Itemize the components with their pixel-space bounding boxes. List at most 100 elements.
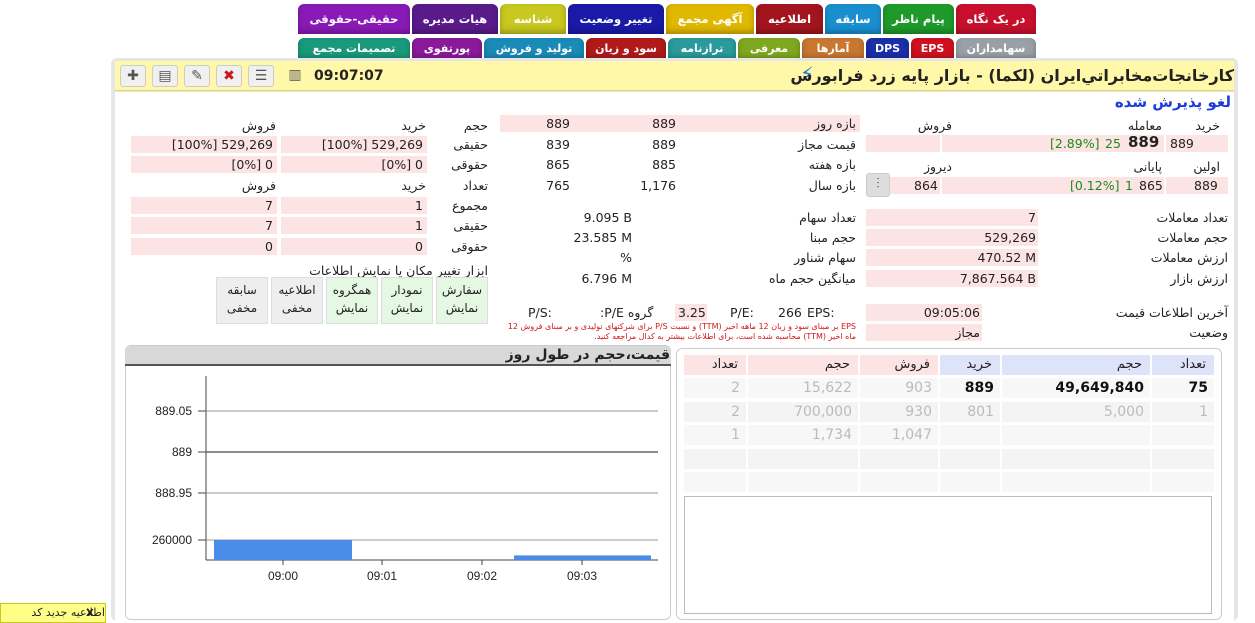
tab-at-a-glance[interactable]: در یک نگاه	[956, 4, 1036, 34]
buy-price: 889	[1166, 135, 1228, 152]
ob-cell: 889	[940, 378, 1000, 398]
tab-meeting-decisions[interactable]: تصمیمات مجمع	[298, 38, 410, 60]
ob-cell: 1	[684, 425, 746, 445]
legal-sell: [0%] 0	[131, 156, 277, 173]
range-label: بازه روز	[814, 116, 856, 131]
equalizer-icon[interactable]: ⫶	[866, 173, 890, 197]
tab-portfolio[interactable]: پورتفوی	[412, 38, 482, 60]
ob-cell	[940, 448, 1000, 469]
ob-header-buy-count: تعداد	[1152, 355, 1214, 375]
tab-meeting-notice[interactable]: آگهی مجمع	[666, 4, 754, 34]
legal-buy: [0%] 0	[281, 156, 427, 173]
real-label: حقیقی	[453, 137, 488, 152]
tab-real-legal[interactable]: حقیقی-حقوقی	[298, 4, 410, 34]
last-info-label: آخرین اطلاعات قیمت	[1115, 305, 1228, 320]
ob-cell: 930	[860, 401, 938, 422]
stat-value: 470.52 M	[977, 250, 1037, 265]
header-buy: خرید	[401, 178, 426, 193]
stat-value: 7	[1028, 210, 1036, 225]
ob-cell: 5,000	[1002, 401, 1150, 422]
header-count: تعداد	[462, 178, 488, 193]
list-icon[interactable]: ☰	[248, 65, 274, 87]
ob-cell: 2	[684, 378, 746, 398]
tool-order[interactable]: سفارش نمایش	[436, 277, 488, 324]
real-count-sell: 7	[131, 217, 277, 234]
total-label: مجموع	[452, 198, 488, 213]
real-label: حقیقی	[453, 218, 488, 233]
x-tick-label: 09:03	[567, 569, 597, 583]
header-buy: خرید	[401, 118, 426, 133]
stat-value: 7,867.564 B	[959, 271, 1036, 286]
legal-label: حقوقی	[451, 239, 488, 254]
header-sell: فروش	[241, 118, 276, 133]
last-price: 889	[1128, 133, 1160, 151]
y-tick-label: 889.05	[155, 404, 192, 418]
ob-cell	[1152, 425, 1214, 445]
range-value: 885	[652, 157, 676, 172]
range-value: 765	[546, 178, 570, 193]
stat-value: 23.585 M	[573, 230, 633, 245]
edit-icon[interactable]: ✎	[184, 65, 210, 87]
eps-label: EPS:	[807, 305, 835, 320]
range-value: 1,176	[640, 178, 676, 193]
tab-stats[interactable]: آمارها	[802, 38, 864, 60]
tab-supervisor-message[interactable]: پیام ناظر	[883, 4, 954, 34]
header-buy: خرید	[1195, 118, 1220, 133]
tab-status-change[interactable]: تغییر وضعیت	[568, 4, 664, 34]
tab-production-sales[interactable]: تولید و فروش	[484, 38, 584, 60]
total-buy: 1	[281, 197, 427, 214]
tab-balance-sheet[interactable]: ترازنامه	[668, 38, 736, 60]
last-info-value: 09:05:06	[923, 305, 980, 320]
real-count-buy: 1	[281, 217, 427, 234]
tab-dps[interactable]: DPS	[866, 38, 909, 60]
stat-label: حجم مبنا	[809, 230, 856, 245]
add-icon[interactable]: ✚	[120, 65, 146, 87]
tool-history[interactable]: سابقه مخفی	[216, 277, 268, 324]
final-change: 1	[1125, 178, 1133, 193]
tab-board[interactable]: هیات مدیره	[412, 4, 498, 34]
ob-cell: 2	[684, 401, 746, 422]
tool-announcements[interactable]: اطلاعیه مخفی	[271, 277, 323, 324]
stat-label: ارزش معاملات	[1150, 250, 1228, 265]
ob-cell: 1,047	[860, 425, 938, 445]
bar-chart-icon[interactable]: ▥	[282, 65, 308, 87]
ob-header-buy-vol: حجم	[1002, 355, 1150, 375]
stat-label: حجم معاملات	[1157, 230, 1228, 245]
tab-eps[interactable]: EPS	[911, 38, 954, 60]
ob-cell	[1152, 472, 1214, 492]
tab-identity[interactable]: شناسه	[500, 4, 566, 34]
ob-cell: 15,622	[748, 378, 858, 398]
calculator-icon[interactable]: ▤	[152, 65, 178, 87]
chart-title: قیمت،حجم در طول روز	[505, 347, 670, 363]
range-value: 865	[546, 157, 570, 172]
orderbook-extra-box	[684, 496, 1212, 614]
tab-bar: در یک نگاه پیام ناظر سابقه اطلاعیه آگهی …	[298, 4, 1038, 60]
legal-label: حقوقی	[451, 157, 488, 172]
tool-chart[interactable]: نمودار نمایش	[381, 277, 433, 324]
ob-cell	[748, 472, 858, 492]
status-value: مجاز	[955, 325, 980, 340]
range-value: 889	[546, 116, 570, 131]
header-vol: حجم	[463, 118, 488, 133]
price-volume-chart: 889.05 889 888.95 260000 09:00 09:01 09:02 09:0…	[152, 376, 658, 583]
header-trade: معامله	[1127, 118, 1162, 133]
stat-label: تعداد معاملات	[1156, 210, 1228, 225]
ob-cell: 700,000	[748, 401, 858, 422]
tool-peer-group[interactable]: همگروه نمایش	[326, 277, 378, 324]
pe-value: 3.25	[675, 304, 707, 321]
ob-cell	[1002, 448, 1150, 469]
stat-label: تعداد سهام	[799, 210, 856, 225]
tools-icon[interactable]: ✖	[216, 65, 242, 87]
close-icon[interactable]: x	[86, 605, 94, 619]
stat-label: ارزش بازار	[1170, 271, 1228, 286]
tab-history[interactable]: سابقه	[825, 4, 881, 34]
ratios-note: EPS بر مبنای سود و زیان 12 ماهه اخیر (TT…	[507, 322, 856, 341]
range-value: 839	[546, 137, 570, 152]
range-value: 889	[652, 116, 676, 131]
ob-cell: 1	[1152, 401, 1214, 422]
tab-income[interactable]: سود و زیان	[586, 38, 666, 60]
tab-intro[interactable]: معرفی	[738, 38, 800, 60]
tab-announcements[interactable]: اطلاعیه	[756, 4, 823, 34]
tab-shareholders[interactable]: سهامداران	[956, 38, 1036, 60]
ob-cell	[1002, 472, 1150, 492]
